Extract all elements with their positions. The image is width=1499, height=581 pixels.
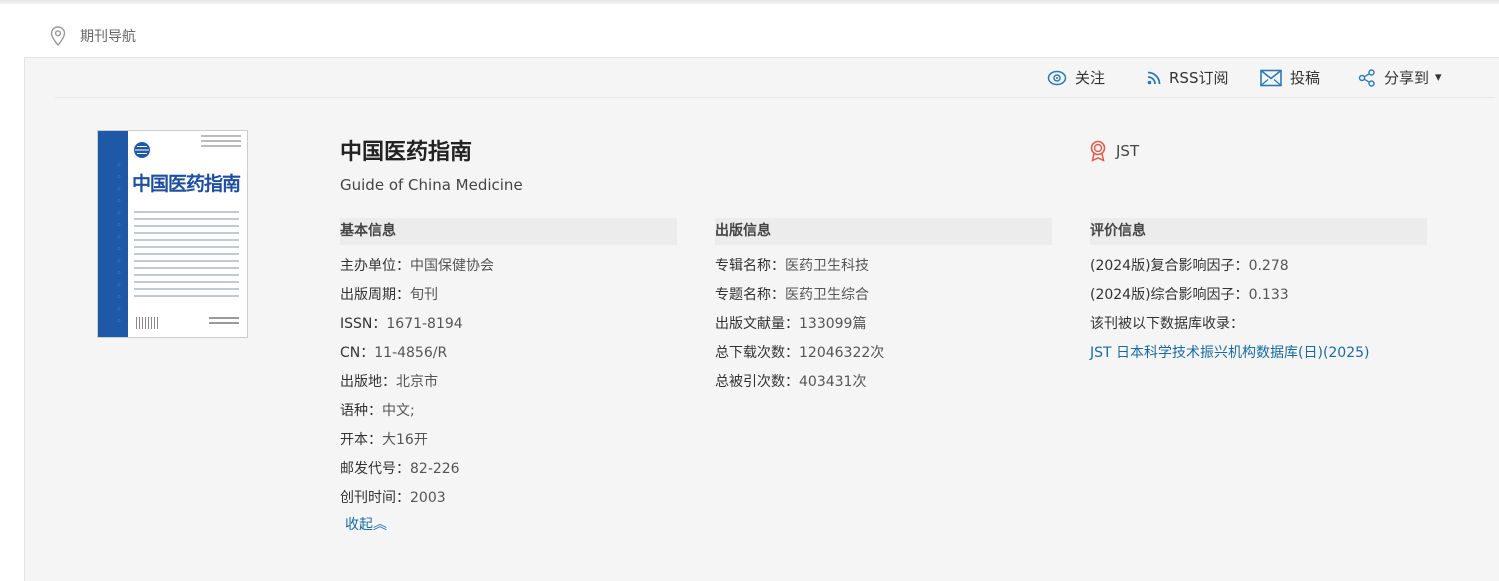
location-pin-icon xyxy=(50,26,66,47)
cover-issue-lines xyxy=(209,317,239,327)
section-publish-heading: 出版信息 xyxy=(715,218,1052,245)
cover-contents-lines xyxy=(134,211,239,302)
journal-title: 中国医药指南 xyxy=(340,140,473,165)
info-row: 总下载次数：12046322次 xyxy=(715,345,885,361)
info-row: 开本：大16开 xyxy=(340,432,428,448)
info-row: (2024版)复合影响因子：0.278 xyxy=(1090,258,1289,274)
breadcrumb-label[interactable]: 期刊导航 xyxy=(80,26,136,46)
rss-label: RSS订阅 xyxy=(1169,69,1229,87)
info-row: 出版文献量：133099篇 xyxy=(715,316,867,332)
basic-info-list: 主办单位：中国保健协会 出版周期：旬刊 ISSN：1671-8194 CN：11… xyxy=(340,255,494,516)
collapse-link[interactable]: 收起︽ xyxy=(345,514,387,534)
cover-barcode xyxy=(136,317,158,329)
follow-button[interactable]: 关注 xyxy=(1047,67,1105,88)
chevron-down-icon: ▾ xyxy=(1435,70,1442,85)
cover-spine-pattern: ◦◦◦◦◦◦◦◦◦◦◦◦◦◦◦◦ xyxy=(114,161,124,331)
info-row: ISSN：1671-8194 xyxy=(340,316,463,332)
share-button[interactable]: 分享到 ▾ xyxy=(1358,67,1442,88)
cover-header-lines xyxy=(201,135,241,150)
section-basic-heading: 基本信息 xyxy=(340,218,677,245)
info-row: 语种：中文; xyxy=(340,403,415,419)
jst-badge[interactable]: JST xyxy=(1088,140,1139,162)
info-row: 总被引次数：403431次 xyxy=(715,374,867,390)
toolbar: 关注 RSS订阅 投稿 分享到 ▾ xyxy=(55,58,1495,98)
rss-icon xyxy=(1147,71,1161,84)
info-row: 出版周期：旬刊 xyxy=(340,287,438,303)
breadcrumb: 期刊导航 xyxy=(50,25,136,47)
journal-card: 关注 RSS订阅 投稿 分享到 ▾ ◦◦◦◦◦◦◦◦◦◦◦◦◦◦◦◦ 中国医药指… xyxy=(24,57,1499,581)
follow-label: 关注 xyxy=(1075,69,1106,87)
info-row: 邮发代号：82-226 xyxy=(340,461,460,477)
info-row: 专辑名称：医药卫生科技 xyxy=(715,258,869,274)
publish-info-list: 专辑名称：医药卫生科技 专题名称：医药卫生综合 出版文献量：133099篇 总下… xyxy=(715,255,884,400)
jst-badge-label: JST xyxy=(1116,142,1140,160)
journal-subtitle: Guide of China Medicine xyxy=(340,176,523,194)
rss-button[interactable]: RSS订阅 xyxy=(1147,67,1228,88)
evaluation-info-list: (2024版)复合影响因子：0.278 (2024版)综合影响因子：0.133 … xyxy=(1090,255,1370,371)
info-row: CN：11-4856/R xyxy=(340,345,448,361)
info-row: 创刊时间：2003 xyxy=(340,490,446,506)
top-rule xyxy=(0,0,1499,4)
award-ribbon-icon xyxy=(1090,140,1106,162)
database-entry[interactable]: JST 日本科学技术振兴机构数据库(日)(2025) xyxy=(1090,342,1370,371)
info-row: 专题名称：医药卫生综合 xyxy=(715,287,869,303)
envelope-icon xyxy=(1260,69,1282,86)
cover-title: 中国医药指南 xyxy=(132,173,241,195)
info-row: (2024版)综合影响因子：0.133 xyxy=(1090,287,1289,303)
info-row: 该刊被以下数据库收录： xyxy=(1090,316,1244,332)
share-icon xyxy=(1358,68,1375,87)
share-label: 分享到 xyxy=(1384,69,1430,87)
info-row: 出版地：北京市 xyxy=(340,374,438,390)
journal-cover-image: ◦◦◦◦◦◦◦◦◦◦◦◦◦◦◦◦ 中国医药指南 xyxy=(97,130,248,338)
eye-icon xyxy=(1047,70,1067,85)
section-evaluation-heading: 评价信息 xyxy=(1090,218,1427,245)
submit-label: 投稿 xyxy=(1290,69,1321,87)
cover-logo-icon xyxy=(134,142,150,158)
info-row: 主办单位：中国保健协会 xyxy=(340,258,494,274)
submit-button[interactable]: 投稿 xyxy=(1260,67,1320,88)
